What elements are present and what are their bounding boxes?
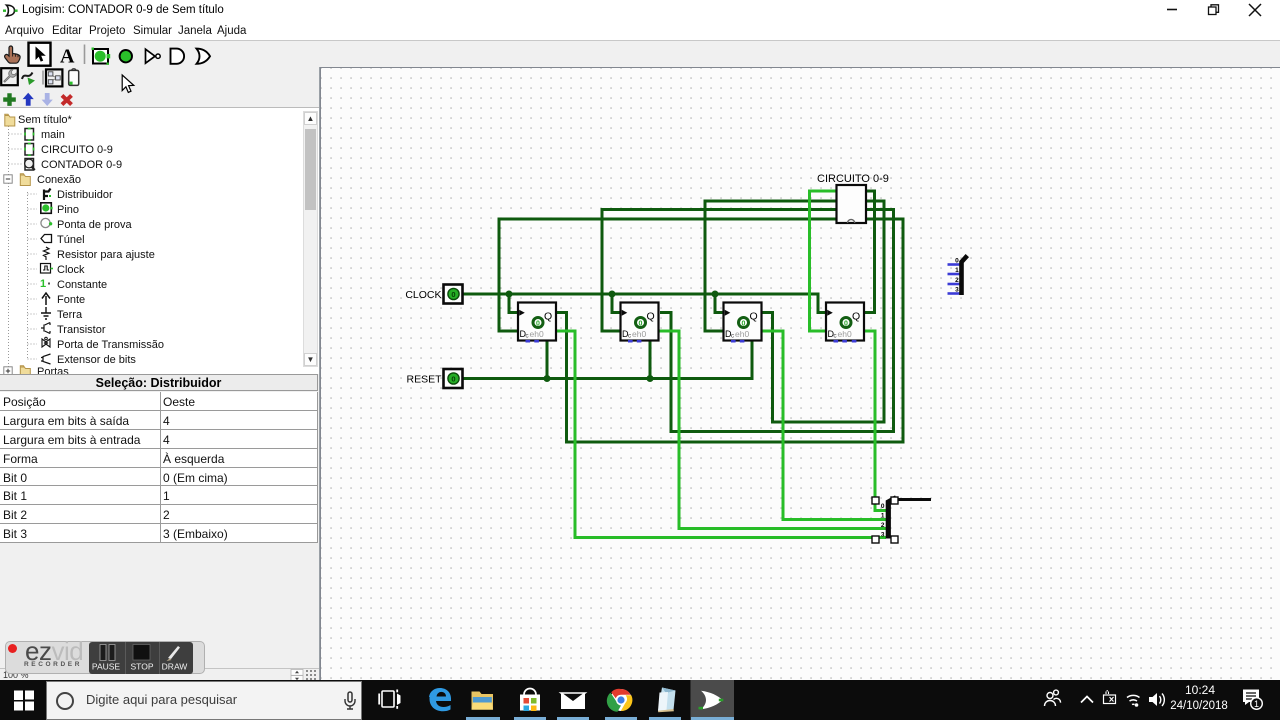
svg-text:main: main — [41, 129, 65, 141]
svg-text:Porta de Transmissão: Porta de Transmissão — [57, 339, 164, 351]
svg-text:RESET: RESET — [406, 374, 442, 386]
svg-text:Conexão: Conexão — [37, 174, 81, 186]
svg-text:Ponta de prova: Ponta de prova — [57, 219, 132, 231]
svg-text:2: 2 — [881, 522, 885, 529]
svg-text:Extensor de bits: Extensor de bits — [57, 354, 136, 366]
svg-text:2: 2 — [955, 277, 959, 284]
svg-text:CONTADOR 0-9: CONTADOR 0-9 — [41, 159, 122, 171]
svg-text:CIRCUITO 0-9: CIRCUITO 0-9 — [817, 173, 889, 185]
svg-text:Pino: Pino — [57, 204, 79, 216]
svg-text:CIRCUITO 0-9: CIRCUITO 0-9 — [41, 144, 113, 156]
svg-text:3: 3 — [955, 287, 959, 294]
svg-text:Túnel: Túnel — [57, 234, 85, 246]
svg-text:1: 1 — [881, 513, 885, 520]
svg-text:1: 1 — [40, 278, 46, 290]
svg-text:1: 1 — [1254, 699, 1259, 709]
svg-text:DRAW: DRAW — [162, 662, 188, 672]
svg-text:Distribuidor: Distribuidor — [57, 189, 113, 201]
svg-text:0: 0 — [881, 503, 885, 510]
svg-text:Clock: Clock — [57, 264, 85, 276]
svg-text:Resistor para ajuste: Resistor para ajuste — [57, 249, 155, 261]
svg-text:0: 0 — [955, 258, 959, 265]
svg-text:STOP: STOP — [131, 662, 154, 672]
svg-text:Terra: Terra — [57, 309, 83, 321]
svg-text:Constante: Constante — [57, 279, 107, 291]
svg-text:A: A — [60, 46, 75, 68]
svg-text:3: 3 — [881, 532, 885, 539]
svg-text:CLOCK: CLOCK — [405, 289, 441, 301]
svg-text:1: 1 — [955, 267, 959, 274]
svg-text:Sem título*: Sem título* — [18, 114, 73, 126]
svg-text:Fonte: Fonte — [57, 294, 85, 306]
svg-text:PAUSE: PAUSE — [92, 662, 121, 672]
svg-text:Transistor: Transistor — [57, 324, 106, 336]
